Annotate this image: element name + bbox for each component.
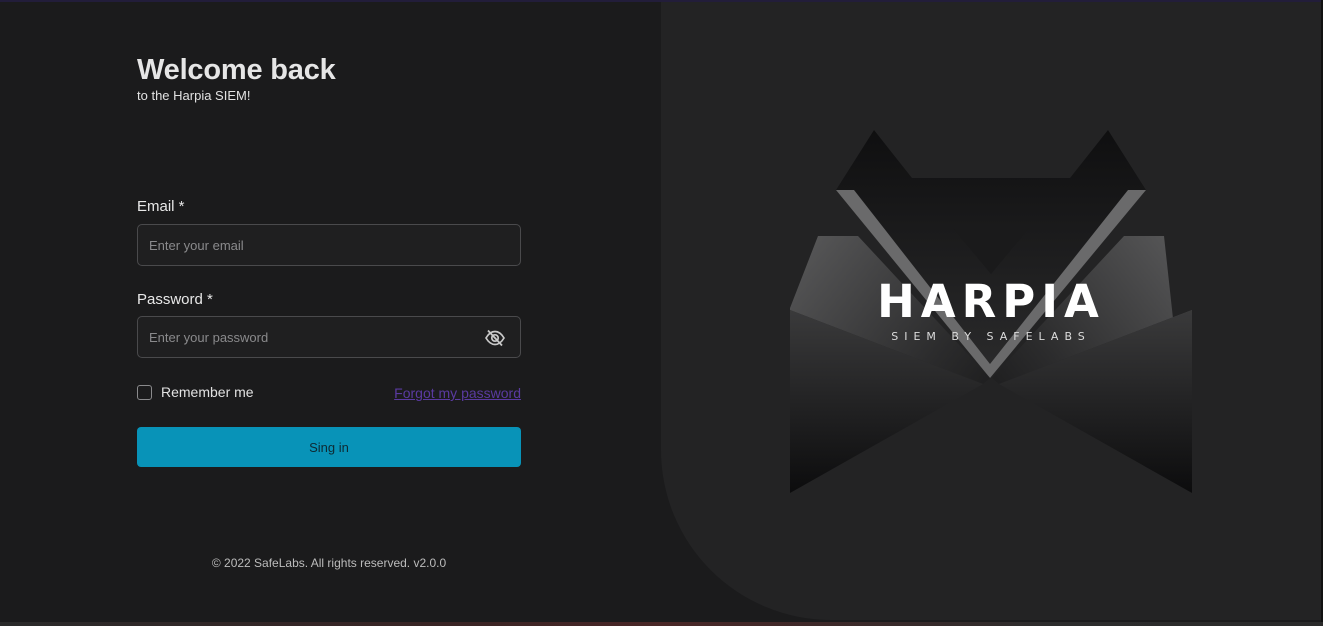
- brand-tagline: SIEM BY SAFELABS: [891, 330, 1091, 343]
- email-label: Email *: [137, 198, 185, 215]
- password-field-container: [137, 316, 521, 358]
- bottom-border: [0, 622, 1323, 626]
- sign-in-button[interactable]: Sing in: [137, 427, 521, 467]
- email-input[interactable]: [138, 225, 520, 265]
- remember-me-checkbox[interactable]: [137, 384, 152, 400]
- login-form: Welcome back to the Harpia SIEM! Email *…: [137, 52, 521, 467]
- remember-me[interactable]: Remember me: [137, 384, 254, 400]
- forgot-password-link[interactable]: Forgot my password: [394, 385, 521, 401]
- remember-me-label: Remember me: [161, 384, 254, 400]
- eye-off-icon[interactable]: [484, 328, 506, 348]
- login-page: Welcome back to the Harpia SIEM! Email *…: [0, 0, 1323, 626]
- password-label: Password *: [137, 291, 213, 308]
- page-subtitle: to the Harpia SIEM!: [137, 88, 251, 103]
- email-field-container: [137, 224, 521, 266]
- footer-copyright: © 2022 SafeLabs. All rights reserved. v2…: [211, 556, 447, 570]
- brand-name: HARPIA: [877, 275, 1105, 328]
- password-input[interactable]: [138, 317, 520, 357]
- page-title: Welcome back: [137, 54, 336, 86]
